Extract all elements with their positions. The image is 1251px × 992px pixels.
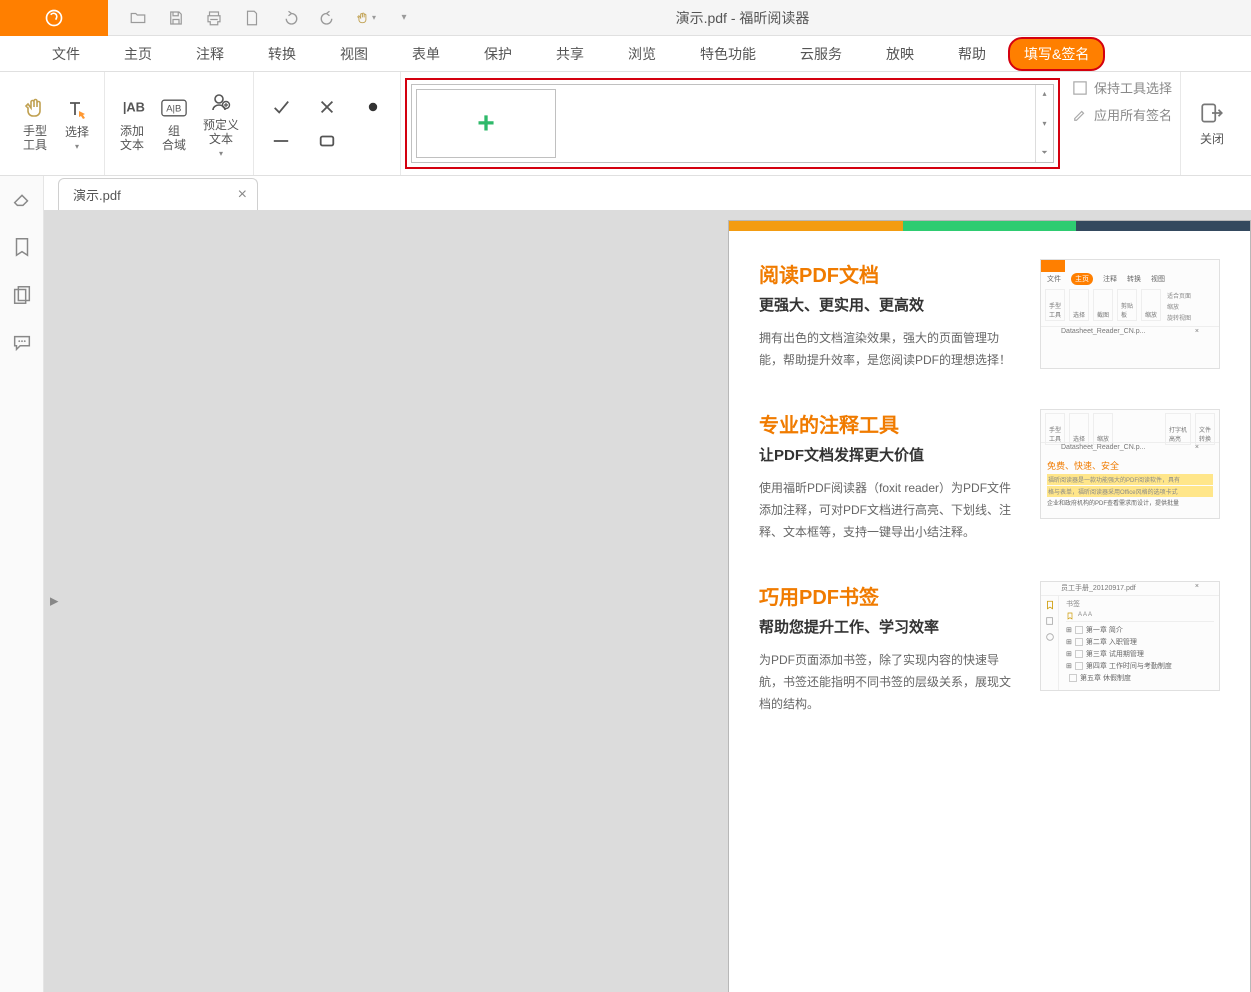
menu-protect[interactable]: 保护 [462,38,534,70]
scroll-up-icon[interactable]: ▴ [1042,89,1046,98]
eraser-icon[interactable] [11,188,33,210]
section-paragraph: 拥有出色的文档渲染效果，强大的页面管理功能，帮助提升效率，是您阅读PDF的理想选… [759,327,1016,371]
predefined-text-button[interactable]: 预定义 文本 ▾ [195,85,247,162]
title-bar: ▾ ▾ 演示.pdf - 福昕阅读器 [0,0,1251,36]
save-icon[interactable] [166,8,186,28]
section-heading: 巧用PDF书签 [759,581,1016,610]
pdf-page: 阅读PDF文档 更强大、更实用、更高效 拥有出色的文档渲染效果，强大的页面管理功… [728,220,1251,992]
add-signature-button[interactable]: + [416,89,556,158]
workspace: 演示.pdf × ▶ 阅读PDF文档 更强大、更实用、更高效 拥有出色的文档渲染… [0,176,1251,992]
exit-icon [1199,100,1225,126]
doc-section-bookmark: 巧用PDF书签 帮助您提升工作、学习效率 为PDF页面添加书签，除了实现内容的快… [729,553,1250,725]
combine-field-button[interactable]: A|B 组 合域 [153,91,195,156]
checkbox-icon [1072,80,1088,96]
comments-icon[interactable] [11,332,33,354]
checkmark-tool-icon[interactable] [272,98,290,116]
doc-section-read: 阅读PDF文档 更强大、更实用、更高效 拥有出色的文档渲染效果，强大的页面管理功… [729,231,1250,381]
menu-fill-sign[interactable]: 填写&签名 [1008,37,1105,71]
menu-view[interactable]: 视图 [318,38,390,70]
predefined-text-icon [208,89,234,115]
app-logo[interactable] [0,0,108,36]
menu-convert[interactable]: 转换 [246,38,318,70]
pages-icon[interactable] [11,284,33,306]
section-paragraph: 为PDF页面添加书签，除了实现内容的快速导航，书签还能指明不同书签的层级关系，展… [759,649,1016,715]
section-thumbnail: 手型 工具 选择 缩放 打字机 高亮 文件 转换 Datasheet_Reade… [1040,409,1220,519]
x-mark-tool-icon[interactable] [318,98,336,116]
dot-tool-icon[interactable] [364,98,382,116]
menu-browse[interactable]: 浏览 [606,38,678,70]
expand-panel-icon[interactable]: ▶ [50,595,58,608]
document-canvas[interactable]: ▶ 阅读PDF文档 更强大、更实用、更高效 拥有出色的文档渲染效果，强大的页面管… [44,210,1251,992]
ribbon: 手型 工具 选择 ▾ |AB 添加 文本 A|B 组 合域 预定义 文本 ▾ [0,72,1251,176]
menu-feature[interactable]: 特色功能 [678,38,778,70]
section-thumbnail: 员工手册_20120917.pdf× 书签 A A A [1040,581,1220,691]
doc-section-annotate: 专业的注释工具 让PDF文档发挥更大价值 使用福昕PDF阅读器（foxit re… [729,381,1250,553]
close-tab-icon[interactable]: × [238,186,247,204]
foxit-logo-icon [44,8,64,28]
chevron-down-icon: ▾ [219,149,223,158]
add-text-icon: |AB [119,95,145,121]
line-tool-icon[interactable] [272,132,290,150]
signature-scroll: ▴ ▾ ⏷ [1035,85,1053,162]
page-icon[interactable] [242,8,262,28]
menu-file[interactable]: 文件 [30,38,102,70]
menu-comment[interactable]: 注释 [174,38,246,70]
section-heading: 专业的注释工具 [759,409,1016,438]
section-heading: 阅读PDF文档 [759,259,1016,288]
hand-icon [22,95,48,121]
section-subheading: 让PDF文档发挥更大价值 [759,444,1016,465]
menu-help[interactable]: 帮助 [936,38,1008,70]
keep-tool-checkbox[interactable]: 保持工具选择 [1072,78,1172,97]
section-subheading: 帮助您提升工作、学习效率 [759,616,1016,637]
select-tool-button[interactable]: 选择 ▾ [56,92,98,155]
add-text-button[interactable]: |AB 添加 文本 [111,91,153,156]
menu-share[interactable]: 共享 [534,38,606,70]
print-icon[interactable] [204,8,224,28]
menu-home[interactable]: 主页 [102,38,174,70]
apply-all-signatures-button[interactable]: 应用所有签名 [1072,105,1172,124]
signature-gallery-highlighted: + ▴ ▾ ⏷ [405,78,1060,169]
redo-icon[interactable] [318,8,338,28]
chevron-down-icon: ▾ [75,142,79,151]
open-icon[interactable] [128,8,148,28]
rect-tool-icon[interactable] [318,132,336,150]
svg-text:|AB: |AB [123,100,145,115]
scroll-more-icon[interactable]: ⏷ [1041,148,1047,158]
qat-more-icon[interactable]: ▾ [394,8,414,28]
menu-cloud[interactable]: 云服务 [778,38,864,70]
text-select-icon [64,96,90,122]
section-paragraph: 使用福昕PDF阅读器（foxit reader）为PDF文件添加注释，可对PDF… [759,477,1016,543]
mark-tools-group [254,72,401,175]
document-area: 演示.pdf × ▶ 阅读PDF文档 更强大、更实用、更高效 拥有出色的文档渲染… [44,176,1251,992]
plus-icon: + [477,107,495,141]
quick-access-toolbar: ▾ ▾ [108,8,434,28]
section-subheading: 更强大、更实用、更高效 [759,294,1016,315]
document-tab[interactable]: 演示.pdf × [58,178,258,210]
hand-tool-button[interactable]: 手型 工具 [14,91,56,156]
svg-text:A|B: A|B [166,103,181,114]
scroll-down-icon[interactable]: ▾ [1042,119,1046,128]
hand-dropdown-icon[interactable]: ▾ [356,8,376,28]
combine-field-icon: A|B [161,95,187,121]
menu-play[interactable]: 放映 [864,38,936,70]
undo-icon[interactable] [280,8,300,28]
section-thumbnail: 文件 主页 注释 转换 视图 手型 工具 选择 截图 剪贴 板 缩放 [1040,259,1220,369]
bookmark-icon[interactable] [11,236,33,258]
tab-label: 演示.pdf [73,185,121,204]
close-ribbon-button[interactable]: 关闭 [1181,72,1243,175]
left-sidebar [0,176,44,992]
document-tab-bar: 演示.pdf × [44,176,1251,210]
pen-icon [1072,107,1088,123]
menu-bar: 文件 主页 注释 转换 视图 表单 保护 共享 浏览 特色功能 云服务 放映 帮… [0,36,1251,72]
menu-form[interactable]: 表单 [390,38,462,70]
window-title: 演示.pdf - 福昕阅读器 [434,8,1251,28]
